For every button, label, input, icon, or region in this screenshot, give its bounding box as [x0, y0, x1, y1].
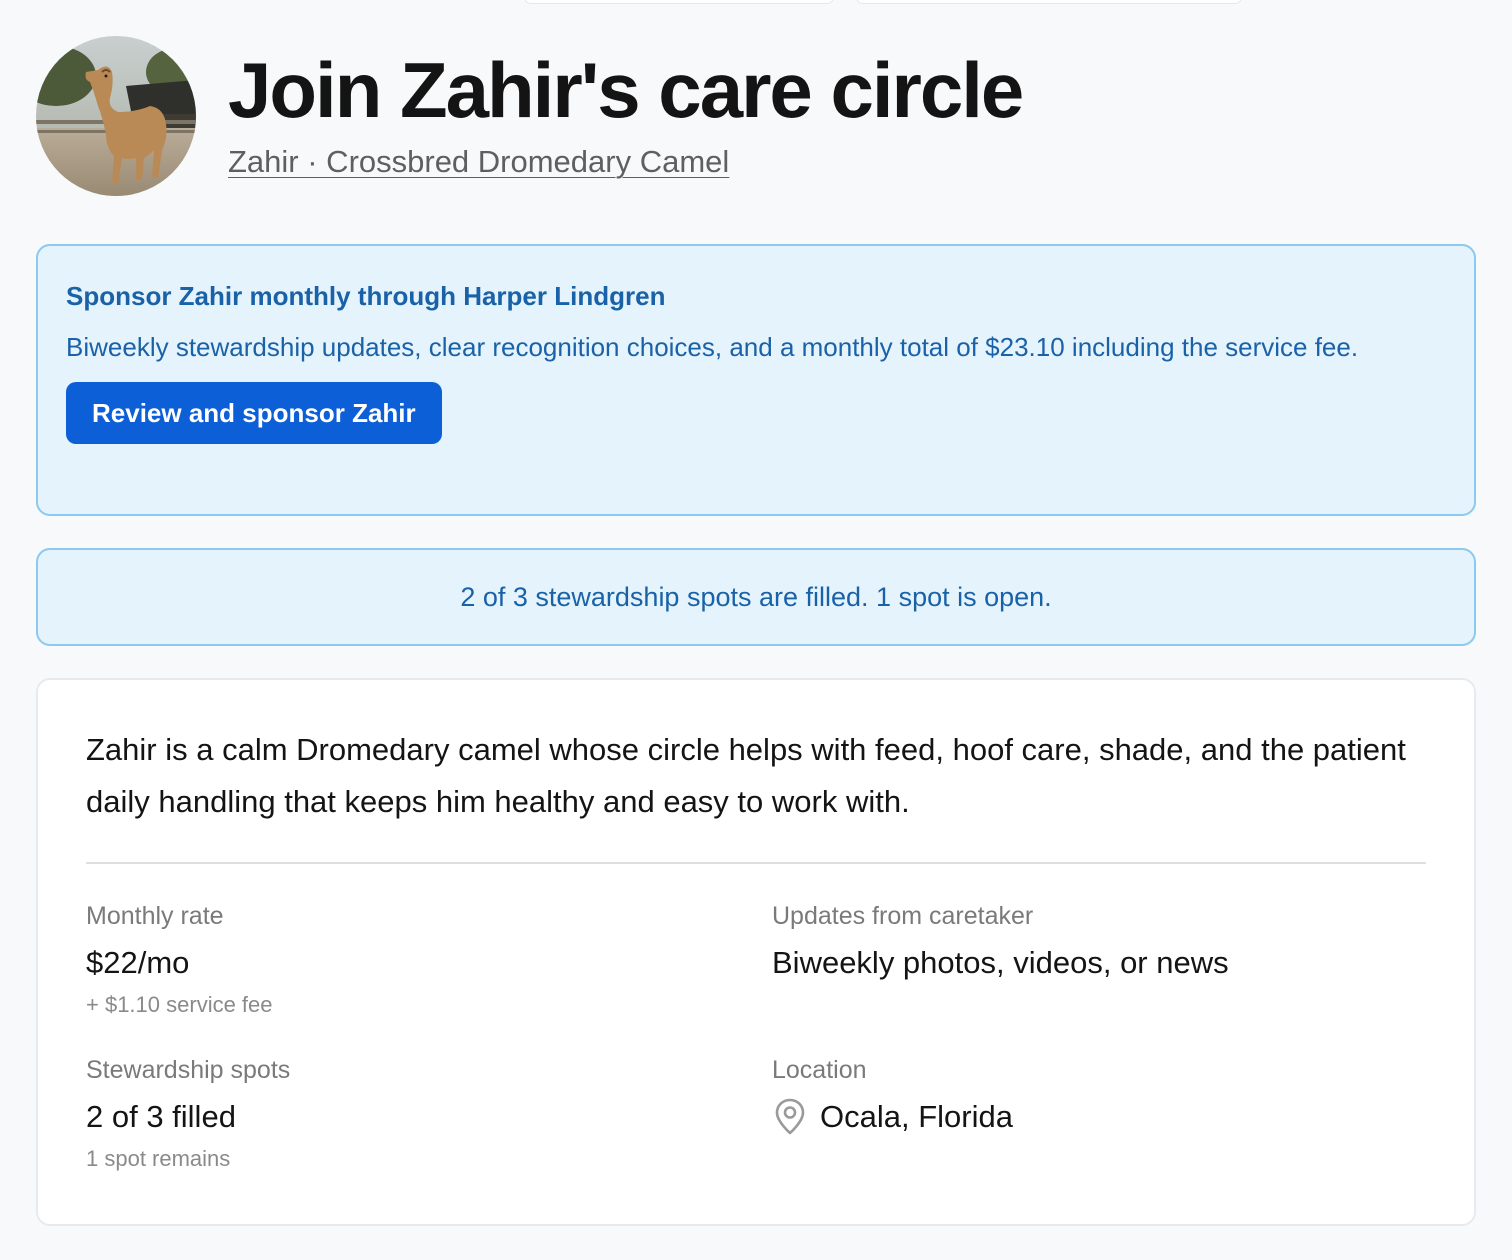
sponsor-description: Biweekly stewardship updates, clear reco…: [66, 332, 1359, 362]
page-title: Join Zahir's care circle: [228, 46, 1024, 134]
location-value: Ocala, Florida: [820, 1099, 1013, 1134]
divider: [86, 862, 1426, 864]
animal-description: Zahir is a calm Dromedary camel whose ci…: [86, 732, 1406, 819]
location-value-row: Ocala, Florida: [772, 1096, 1372, 1138]
sponsor-card: Sponsor Zahir monthly through Harper Lin…: [36, 244, 1476, 516]
location-label: Location: [772, 1056, 867, 1084]
spots-remaining-note: 1 spot remains: [86, 1146, 231, 1171]
camel-photo-icon: [36, 36, 196, 196]
location-cell: Location Ocala, Florida: [772, 1052, 1372, 1138]
monthly-rate-cell: Monthly rate $22/mo + $1.10 service fee: [86, 898, 686, 1022]
spots-status-text: 2 of 3 stewardship spots are filled. 1 s…: [460, 581, 1052, 612]
updates-cell: Updates from caretaker Biweekly photos, …: [772, 898, 1372, 984]
animal-breed-link[interactable]: Zahir · Crossbred Dromedary Camel: [228, 144, 729, 180]
top-tab-2[interactable]: [856, 0, 1242, 4]
sponsor-title: Sponsor Zahir monthly through Harper Lin…: [66, 281, 666, 311]
spots-status-banner: 2 of 3 stewardship spots are filled. 1 s…: [36, 548, 1476, 646]
avatar: [36, 36, 196, 196]
review-and-sponsor-button[interactable]: Review and sponsor Zahir: [66, 382, 442, 444]
map-pin-icon: [775, 1098, 805, 1135]
page-header: Join Zahir's care circle Zahir · Crossbr…: [36, 36, 1024, 196]
service-fee-note: + $1.10 service fee: [86, 992, 273, 1017]
monthly-rate-value: $22/mo: [86, 945, 190, 980]
stewardship-spots-cell: Stewardship spots 2 of 3 filled 1 spot r…: [86, 1052, 686, 1176]
top-tab-strip: [0, 0, 1512, 4]
stewardship-spots-value: 2 of 3 filled: [86, 1099, 236, 1134]
details-card: Zahir is a calm Dromedary camel whose ci…: [36, 678, 1476, 1226]
stewardship-spots-label: Stewardship spots: [86, 1056, 291, 1084]
updates-value: Biweekly photos, videos, or news: [772, 945, 1229, 980]
updates-label: Updates from caretaker: [772, 902, 1034, 930]
header-text: Join Zahir's care circle Zahir · Crossbr…: [228, 36, 1024, 180]
monthly-rate-label: Monthly rate: [86, 902, 224, 930]
page: Join Zahir's care circle Zahir · Crossbr…: [0, 0, 1512, 1260]
top-tab-1[interactable]: [524, 0, 834, 4]
